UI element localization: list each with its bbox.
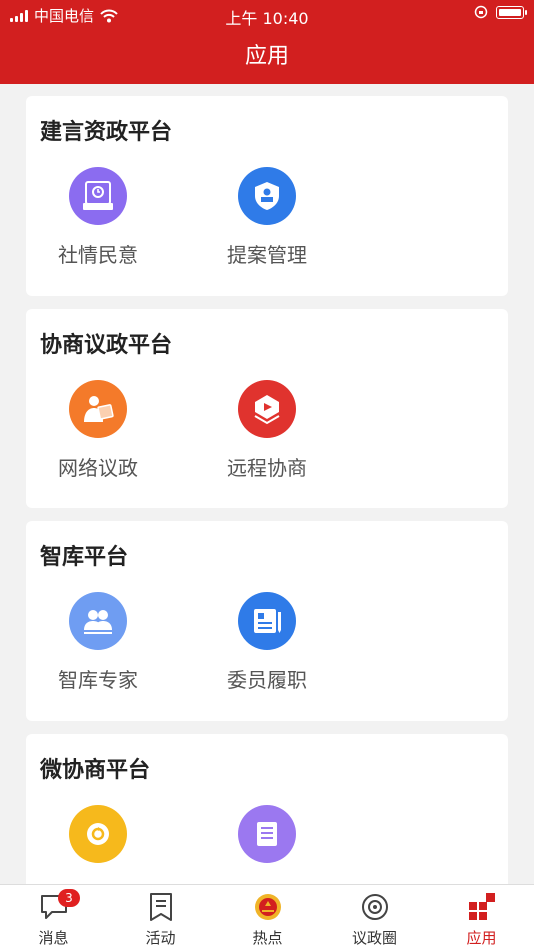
app-label: 智库专家: [58, 668, 138, 692]
tab-activities[interactable]: 活动: [107, 891, 214, 948]
tab-discussion-circle[interactable]: 议政圈: [321, 891, 428, 948]
micro-consult-icon: [69, 805, 127, 863]
top-bar: 中国电信 上午 10:40 应用: [0, 0, 534, 84]
clock: 上午 10:40: [225, 9, 309, 28]
section-title: 微协商平台: [40, 758, 151, 783]
app-label: 提案管理: [227, 243, 307, 267]
tab-label: 消息: [38, 929, 69, 947]
app-document-list[interactable]: [197, 805, 337, 877]
orientation-lock-icon: [474, 5, 488, 19]
section-title: 协商议政平台: [40, 333, 173, 358]
online-discussion-icon: [69, 380, 127, 438]
app-public-opinion[interactable]: 社情民意: [28, 167, 168, 268]
proposal-shield-icon: [238, 167, 296, 225]
app-label: 网络议政: [58, 456, 138, 480]
app-label: 远程协商: [227, 456, 307, 480]
section-card-consultation: 协商议政平台 网络议政 远程协商: [26, 309, 508, 508]
section-card-think-tank: 智库平台 智库专家 委员履职: [26, 521, 508, 721]
app-experts[interactable]: 智库专家: [28, 592, 168, 693]
duty-record-icon: [238, 592, 296, 650]
unread-badge: 3: [58, 889, 80, 907]
status-bar: 中国电信 上午 10:40: [0, 0, 534, 28]
app-online-discussion[interactable]: 网络议政: [28, 380, 168, 481]
tab-messages[interactable]: 3 消息: [0, 889, 107, 948]
app-micro-consult[interactable]: [28, 805, 168, 877]
circle-icon: [361, 894, 388, 920]
tab-bar: 3 消息 活动 热点 议政圈 应用: [0, 884, 534, 950]
public-opinion-icon: [69, 167, 127, 225]
tab-label: 应用: [466, 929, 497, 947]
document-list-icon: [238, 805, 296, 863]
section-card-micro-consult: 微协商平台: [26, 734, 508, 884]
app-proposal-management[interactable]: 提案管理: [197, 167, 337, 268]
battery-icon: [496, 5, 527, 19]
remote-consultation-icon: [238, 380, 296, 438]
experts-icon: [69, 592, 127, 650]
app-label: 委员履职: [227, 668, 307, 692]
tab-label: 热点: [252, 929, 283, 947]
activity-icon: [149, 893, 172, 921]
section-card-advice: 建言资政平台 社情民意 提案管理: [26, 96, 508, 296]
emblem-icon: [254, 894, 281, 920]
app-remote-consultation[interactable]: 远程协商: [197, 380, 337, 481]
app-duty-record[interactable]: 委员履职: [197, 592, 337, 693]
tab-apps[interactable]: 应用: [428, 891, 534, 948]
tab-label: 活动: [145, 929, 176, 947]
tab-hot[interactable]: 热点: [214, 891, 321, 948]
app-label: 社情民意: [58, 243, 138, 267]
section-title: 智库平台: [40, 545, 129, 570]
tab-label: 议政圈: [351, 929, 397, 947]
page-title: 应用: [244, 44, 289, 69]
app-list[interactable]: 建言资政平台 社情民意 提案管理 协商议政平台 网络议政 远程协商 智库平台 智…: [0, 84, 534, 884]
section-title: 建言资政平台: [40, 120, 173, 145]
apps-icon: [468, 893, 495, 920]
